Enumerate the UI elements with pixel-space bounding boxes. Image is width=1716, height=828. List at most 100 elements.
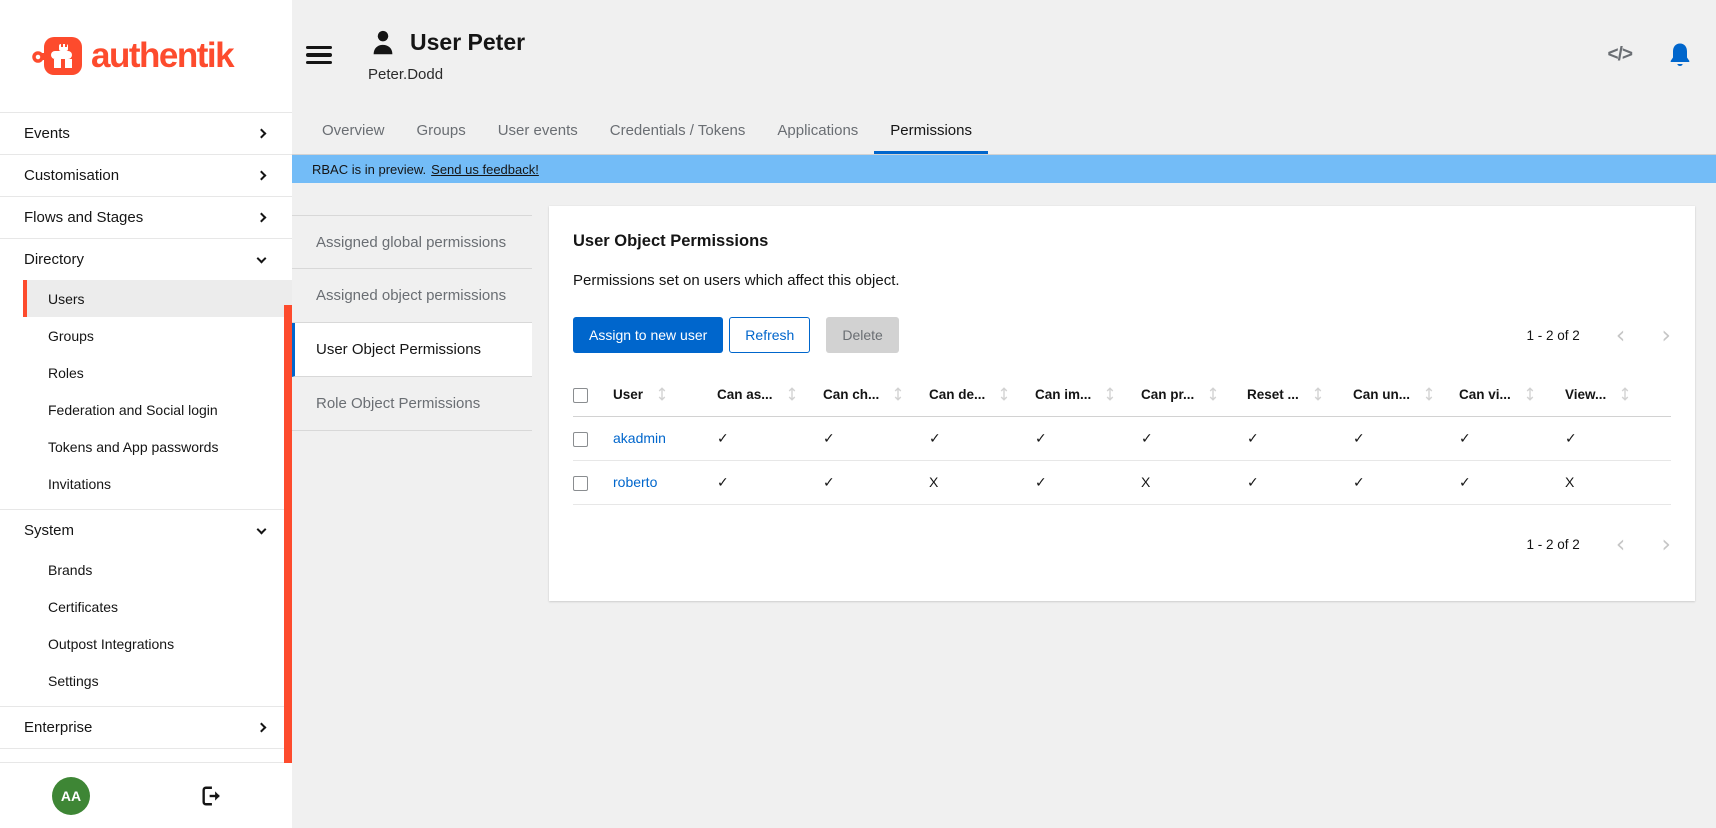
subnav-role-object-permissions[interactable]: Role Object Permissions [292, 377, 532, 431]
sort-icon [1106, 387, 1114, 401]
sidebar-item-flows-and-stages[interactable]: Flows and Stages [0, 197, 292, 238]
column-header-user[interactable]: User [613, 377, 717, 416]
sidebar-item-outpost-integrations[interactable]: Outpost Integrations [23, 625, 292, 662]
column-header-view[interactable]: View... [1565, 377, 1671, 416]
subnav-assigned-global-permissions[interactable]: Assigned global permissions [292, 215, 532, 269]
api-code-icon[interactable]: </> [1608, 44, 1632, 66]
perm-mark: ✓ [929, 416, 1035, 460]
sidebar-item-label: Flows and Stages [24, 209, 143, 226]
column-header-can-delete[interactable]: Can de... [929, 377, 1035, 416]
banner-text: RBAC is in preview. [312, 162, 426, 177]
select-all-checkbox[interactable] [573, 388, 588, 403]
tab-overview[interactable]: Overview [306, 110, 401, 154]
perm-mark: ✓ [1247, 460, 1353, 504]
perm-mark: ✓ [1565, 416, 1671, 460]
table-header-row: User Can as... Can ch... Can de... Can i… [573, 377, 1671, 416]
assign-to-new-user-button[interactable]: Assign to new user [573, 317, 723, 353]
column-header-can-preview[interactable]: Can pr... [1141, 377, 1247, 416]
sidebar-item-federation[interactable]: Federation and Social login [23, 391, 292, 428]
chevron-right-icon [257, 723, 267, 733]
brand-name: authentik [91, 36, 233, 76]
sidebar-item-users[interactable]: Users [23, 280, 292, 317]
chevron-down-icon [257, 524, 267, 534]
sidebar-item-invitations[interactable]: Invitations [23, 465, 292, 502]
tab-groups[interactable]: Groups [401, 110, 482, 154]
app-root: authentik Events Customisation Flows and… [0, 0, 1716, 828]
column-header-reset[interactable]: Reset ... [1247, 377, 1353, 416]
perm-mark: ✓ [823, 416, 929, 460]
sidebar: authentik Events Customisation Flows and… [0, 0, 292, 828]
next-page-icon[interactable]: › [1661, 328, 1671, 342]
tab-user-events[interactable]: User events [482, 110, 594, 154]
perm-mark: ✓ [823, 460, 929, 504]
subnav-assigned-object-permissions[interactable]: Assigned object permissions [292, 269, 532, 323]
sidebar-item-enterprise[interactable]: Enterprise [0, 707, 292, 748]
refresh-button[interactable]: Refresh [729, 317, 810, 353]
sidebar-item-certificates[interactable]: Certificates [23, 588, 292, 625]
subnav-user-object-permissions[interactable]: User Object Permissions [292, 323, 532, 377]
authentik-logo-icon [32, 32, 86, 80]
page-header: User Peter Peter.Dodd </> [292, 0, 1716, 110]
sort-icon [658, 387, 666, 401]
perm-mark: X [929, 460, 1035, 504]
tab-permissions[interactable]: Permissions [874, 110, 988, 154]
perm-mark: ✓ [1141, 416, 1247, 460]
pagination-label: 1 - 2 of 2 [1526, 537, 1579, 552]
sidebar-item-directory[interactable]: Directory [0, 239, 292, 280]
perm-mark: ✓ [717, 416, 823, 460]
sign-out-icon[interactable] [200, 785, 222, 807]
chevron-right-icon [257, 213, 267, 223]
sidebar-item-customisation[interactable]: Customisation [0, 155, 292, 196]
sort-icon [1209, 387, 1217, 401]
sidebar-item-groups[interactable]: Groups [23, 317, 292, 354]
delete-button[interactable]: Delete [826, 317, 898, 353]
row-checkbox[interactable] [573, 476, 588, 491]
avatar[interactable]: AA [52, 777, 90, 815]
perm-mark: X [1565, 460, 1671, 504]
sidebar-user-row: AA [0, 762, 292, 828]
perm-mark: ✓ [1247, 416, 1353, 460]
tab-applications[interactable]: Applications [761, 110, 874, 154]
user-link-roberto[interactable]: roberto [613, 474, 657, 490]
next-page-icon[interactable]: › [1661, 537, 1671, 551]
prev-page-icon[interactable]: ‹ [1616, 328, 1626, 342]
sidebar-nav: Events Customisation Flows and Stages Di… [0, 112, 292, 762]
sidebar-item-settings[interactable]: Settings [23, 662, 292, 699]
pagination-top: 1 - 2 of 2 ‹ › [1526, 328, 1671, 343]
sidebar-item-roles[interactable]: Roles [23, 354, 292, 391]
sidebar-item-brands[interactable]: Brands [23, 551, 292, 588]
tab-credentials-tokens[interactable]: Credentials / Tokens [594, 110, 762, 154]
page-title: User Peter [410, 29, 525, 56]
perm-mark: X [1141, 460, 1247, 504]
sort-icon [1000, 387, 1008, 401]
column-header-can-assign[interactable]: Can as... [717, 377, 823, 416]
sort-icon [1314, 387, 1322, 401]
user-link-akadmin[interactable]: akadmin [613, 430, 666, 446]
toolbar: Assign to new user Refresh Delete 1 - 2 … [573, 317, 1671, 353]
tab-bar: Overview Groups User events Credentials … [292, 110, 1716, 155]
card-title: User Object Permissions [573, 232, 1671, 251]
sidebar-scrollbar-thumb[interactable] [284, 305, 292, 763]
column-header-can-view[interactable]: Can vi... [1459, 377, 1565, 416]
sort-icon [1621, 387, 1629, 401]
column-header-can-impersonate[interactable]: Can im... [1035, 377, 1141, 416]
notifications-bell-icon[interactable] [1668, 42, 1692, 68]
pagination-bottom: 1 - 2 of 2 ‹ › [573, 537, 1671, 552]
column-header-can-change[interactable]: Can ch... [823, 377, 929, 416]
logo: authentik [0, 0, 292, 112]
sidebar-item-label: Directory [24, 251, 84, 268]
pagination-label: 1 - 2 of 2 [1526, 328, 1579, 343]
user-icon [368, 28, 398, 58]
sidebar-item-label: Events [24, 125, 70, 142]
column-header-can-unassign[interactable]: Can un... [1353, 377, 1459, 416]
menu-toggle-icon[interactable] [306, 46, 332, 65]
perm-mark: ✓ [1459, 416, 1565, 460]
perm-mark: ✓ [1035, 460, 1141, 504]
sidebar-item-tokens[interactable]: Tokens and App passwords [23, 428, 292, 465]
row-checkbox[interactable] [573, 432, 588, 447]
feedback-link[interactable]: Send us feedback! [431, 162, 539, 177]
perm-mark: ✓ [1459, 460, 1565, 504]
sidebar-item-events[interactable]: Events [0, 113, 292, 154]
sidebar-item-system[interactable]: System [0, 510, 292, 551]
prev-page-icon[interactable]: ‹ [1616, 537, 1626, 551]
